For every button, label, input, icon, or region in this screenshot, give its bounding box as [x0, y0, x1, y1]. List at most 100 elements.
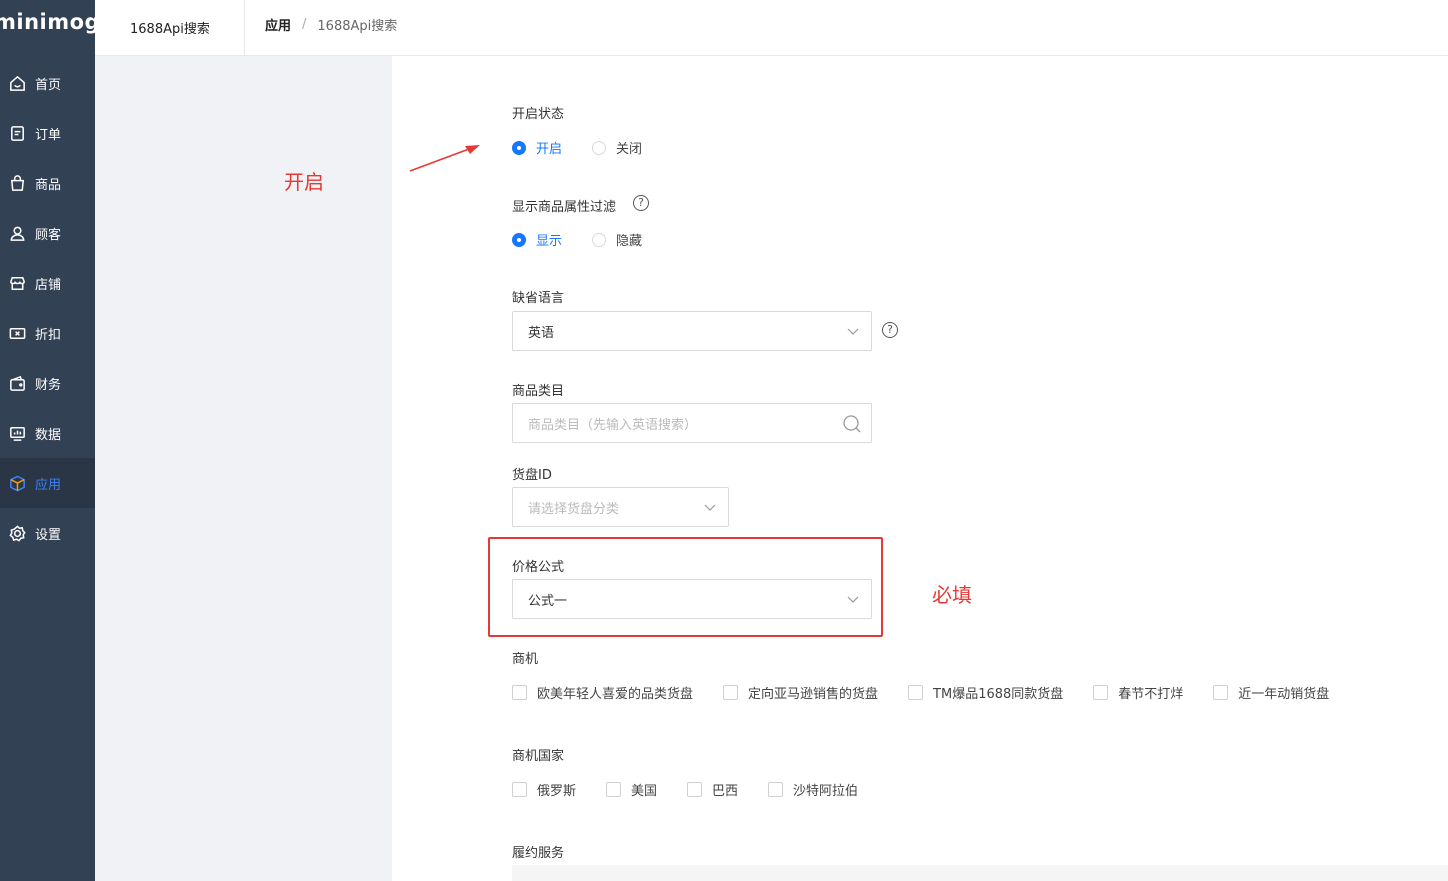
sidebar-item-label: 设置 — [35, 527, 62, 543]
checkbox-icon — [768, 782, 784, 797]
sidebar-item-discount[interactable]: 折扣 — [0, 308, 95, 358]
opportunity-checkbox[interactable]: 春节不打烊 — [1093, 683, 1183, 702]
sidebar-item-label: 财务 — [35, 377, 62, 393]
checkbox-label: 俄罗斯 — [537, 784, 577, 799]
order-icon — [8, 124, 27, 143]
page-tab[interactable]: 1688Api搜索 — [95, 0, 245, 55]
checkbox-label: 欧美年轻人喜爱的品类货盘 — [537, 687, 694, 702]
opportunity-checkbox[interactable]: 欧美年轻人喜爱的品类货盘 — [512, 683, 693, 702]
sidebar-item-apps[interactable]: 应用 — [0, 458, 95, 508]
annotation-required: 必填 — [932, 583, 972, 607]
radio-label: 隐藏 — [616, 234, 643, 249]
category-label: 商品类目 — [512, 384, 565, 399]
price-formula-select[interactable]: 公式一 — [512, 579, 872, 619]
opportunity-country-checkbox-group: 俄罗斯 美国 巴西 沙特阿拉伯 — [512, 780, 888, 799]
radio-unchecked-icon — [592, 140, 607, 155]
app-logo: minimog — [0, 10, 101, 34]
checkbox-icon — [606, 782, 622, 797]
language-value: 英语 — [528, 325, 555, 341]
radio-label: 开启 — [536, 142, 563, 157]
opportunity-checkbox[interactable]: 定向亚马逊销售的货盘 — [723, 683, 878, 702]
sidebar-item-store[interactable]: 店铺 — [0, 258, 95, 308]
opportunity-country-label: 商机国家 — [512, 749, 565, 764]
breadcrumb-separator: / — [302, 16, 307, 32]
discount-icon — [8, 324, 27, 343]
fulfillment-panel — [512, 865, 1448, 881]
sidebar-item-orders[interactable]: 订单 — [0, 108, 95, 158]
sidebar-item-label: 应用 — [35, 477, 62, 493]
category-placeholder: 商品类目（先输入英语搜索） — [528, 417, 698, 433]
sidebar-item-customers[interactable]: 顾客 — [0, 208, 95, 258]
sidebar-item-label: 顾客 — [35, 227, 62, 243]
checkbox-icon — [512, 782, 527, 797]
annotation-arrow-icon — [409, 145, 480, 172]
sidebar-item-label: 店铺 — [35, 277, 62, 293]
price-formula-value: 公式一 — [528, 593, 568, 609]
sidebar-item-settings[interactable]: 设置 — [0, 508, 95, 558]
country-checkbox[interactable]: 俄罗斯 — [512, 780, 576, 799]
sidebar-item-label: 订单 — [35, 127, 62, 143]
checkbox-label: 春节不打烊 — [1118, 687, 1184, 702]
checkbox-icon — [512, 685, 527, 700]
topbar: 1688Api搜索 应用 / 1688Api搜索 — [95, 0, 1448, 56]
supply-id-label: 货盘ID — [512, 468, 552, 483]
status-radio-off[interactable]: 关闭 — [592, 138, 642, 157]
radio-label: 关闭 — [616, 142, 643, 157]
checkbox-icon — [1213, 685, 1229, 700]
country-checkbox[interactable]: 巴西 — [687, 780, 738, 799]
attr-filter-radio-group: 显示 隐藏 — [512, 230, 672, 249]
sidebar-item-home[interactable]: 首页 — [0, 58, 95, 108]
category-search-input[interactable]: 商品类目（先输入英语搜索） — [512, 403, 872, 443]
status-radio-group: 开启 关闭 — [512, 138, 672, 157]
help-icon[interactable]: ? — [882, 322, 898, 338]
sidebar-item-products[interactable]: 商品 — [0, 158, 95, 208]
sidebar-item-label: 折扣 — [35, 327, 62, 343]
status-label: 开启状态 — [512, 107, 565, 122]
sidebar-item-data[interactable]: 数据 — [0, 408, 95, 458]
radio-label: 显示 — [536, 234, 563, 249]
chevron-down-icon — [847, 596, 859, 603]
checkbox-icon — [1093, 685, 1109, 700]
attr-filter-label: 显示商品属性过滤 — [512, 200, 617, 215]
language-select[interactable]: 英语 — [512, 311, 872, 351]
fulfillment-label: 履约服务 — [512, 846, 565, 861]
chevron-down-icon — [704, 504, 716, 511]
cube-icon — [8, 474, 27, 493]
price-formula-label: 价格公式 — [512, 560, 565, 575]
status-radio-on[interactable]: 开启 — [512, 138, 562, 157]
opportunity-checkbox-group: 欧美年轻人喜爱的品类货盘 定向亚马逊销售的货盘 TM爆品1688同款货盘 春节不… — [512, 683, 1359, 702]
breadcrumb-current: 1688Api搜索 — [317, 18, 398, 34]
radio-checked-icon — [512, 140, 526, 155]
checkbox-icon — [687, 782, 703, 797]
checkbox-label: TM爆品1688同款货盘 — [933, 687, 1064, 702]
attr-filter-radio-show[interactable]: 显示 — [512, 230, 562, 249]
supply-id-select[interactable]: 请选择货盘分类 — [512, 487, 729, 527]
help-icon[interactable]: ? — [633, 195, 649, 211]
radio-unchecked-icon — [592, 232, 607, 247]
chart-icon — [8, 424, 27, 443]
sidebar-item-label: 数据 — [35, 427, 62, 443]
checkbox-icon — [723, 685, 739, 700]
language-label: 缺省语言 — [512, 291, 565, 306]
country-checkbox[interactable]: 沙特阿拉伯 — [768, 780, 858, 799]
checkbox-label: 沙特阿拉伯 — [793, 784, 859, 799]
attr-filter-radio-hide[interactable]: 隐藏 — [592, 230, 642, 249]
opportunity-label: 商机 — [512, 652, 539, 667]
user-icon — [8, 224, 27, 243]
sidebar-item-finance[interactable]: 财务 — [0, 358, 95, 408]
opportunity-checkbox[interactable]: TM爆品1688同款货盘 — [908, 683, 1063, 702]
sidebar-nav: 首页 订单 商品 顾客 店铺 折扣 财务 数据 应用 设置 — [0, 58, 95, 558]
store-icon — [8, 274, 27, 293]
annotation-open: 开启 — [284, 170, 324, 194]
country-checkbox[interactable]: 美国 — [606, 780, 657, 799]
bag-icon — [8, 174, 27, 193]
supply-id-placeholder: 请选择货盘分类 — [528, 501, 620, 517]
opportunity-checkbox[interactable]: 近一年动销货盘 — [1213, 683, 1329, 702]
sidebar-item-label: 首页 — [35, 77, 62, 93]
wallet-icon — [8, 374, 27, 393]
checkbox-icon — [908, 685, 924, 700]
chevron-down-icon — [847, 328, 859, 335]
breadcrumb-root[interactable]: 应用 — [265, 15, 291, 34]
breadcrumb: 应用 / 1688Api搜索 — [265, 0, 397, 48]
checkbox-label: 美国 — [631, 784, 658, 799]
